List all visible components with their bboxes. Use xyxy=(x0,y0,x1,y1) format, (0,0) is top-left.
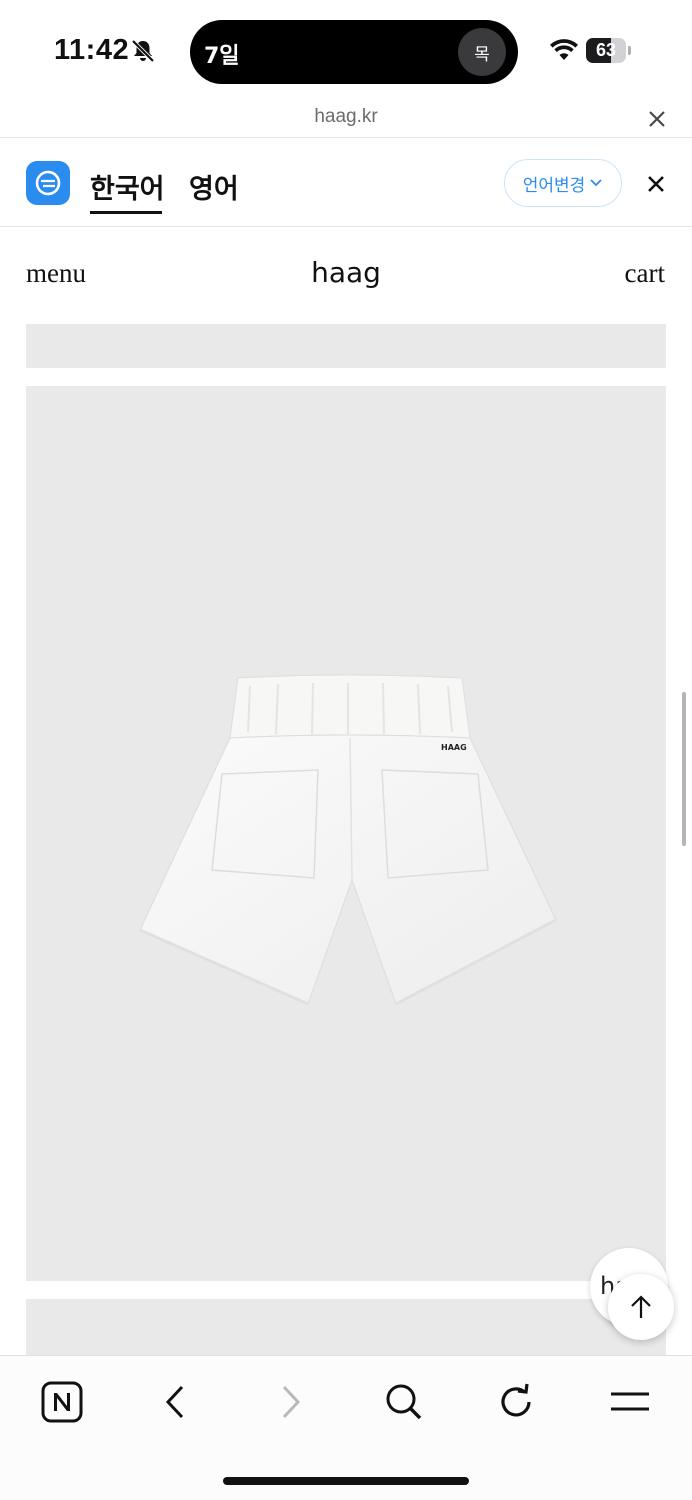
bell-slash-icon xyxy=(131,39,155,63)
island-badge: 목 xyxy=(458,28,506,76)
image-placeholder xyxy=(26,1299,666,1359)
menu-button[interactable] xyxy=(606,1378,654,1426)
change-language-label: 언어변경 xyxy=(522,175,586,196)
close-icon[interactable] xyxy=(646,108,668,130)
hamburger-menu-icon xyxy=(611,1392,649,1411)
wifi-icon xyxy=(550,39,578,60)
island-calendar-text: 7일 xyxy=(204,44,240,69)
search-button[interactable] xyxy=(380,1378,428,1426)
brand-logo[interactable]: haag xyxy=(0,256,692,289)
battery-percent: 63 xyxy=(595,40,617,60)
white-shorts-image: HAAG xyxy=(139,674,557,1006)
forward-button[interactable] xyxy=(266,1378,314,1426)
reload-icon xyxy=(501,1383,531,1417)
url-bar[interactable]: haag.kr xyxy=(0,100,692,138)
arrow-up-icon xyxy=(631,1295,651,1318)
chevron-right-icon xyxy=(282,1385,301,1419)
status-bar: 11:42 7일 목 63 xyxy=(0,0,692,100)
home-indicator[interactable] xyxy=(223,1477,469,1485)
image-placeholder xyxy=(26,324,666,368)
translate-bar: 한국어 영어 언어변경 xyxy=(0,139,692,227)
chevron-left-icon xyxy=(165,1385,184,1419)
tab-english[interactable]: 영어 xyxy=(189,167,239,206)
change-language-button[interactable]: 언어변경 xyxy=(504,159,622,207)
battery-indicator: 63 xyxy=(586,38,631,63)
cart-link[interactable]: cart xyxy=(625,258,665,289)
shorts-logo-print: HAAG xyxy=(441,743,467,752)
naver-n-icon xyxy=(41,1381,83,1423)
active-tab-indicator xyxy=(90,211,162,214)
back-button[interactable] xyxy=(152,1378,200,1426)
product-image[interactable]: HAAG xyxy=(26,386,666,1281)
site-header: menu haag cart xyxy=(0,228,692,320)
scroll-to-top-button[interactable] xyxy=(608,1274,674,1340)
translate-logo-icon xyxy=(26,161,70,205)
search-icon xyxy=(386,1384,422,1420)
translate-close-icon[interactable] xyxy=(644,172,668,196)
status-time: 11:42 xyxy=(54,34,130,66)
chevron-down-icon xyxy=(590,179,602,187)
tab-korean[interactable]: 한국어 xyxy=(90,167,165,206)
url-text[interactable]: haag.kr xyxy=(0,106,692,128)
scrollbar[interactable] xyxy=(682,692,686,846)
browser-toolbar xyxy=(0,1355,692,1500)
reload-button[interactable] xyxy=(492,1378,540,1426)
dynamic-island[interactable]: 7일 목 xyxy=(190,20,518,84)
naver-home-button[interactable] xyxy=(38,1378,86,1426)
